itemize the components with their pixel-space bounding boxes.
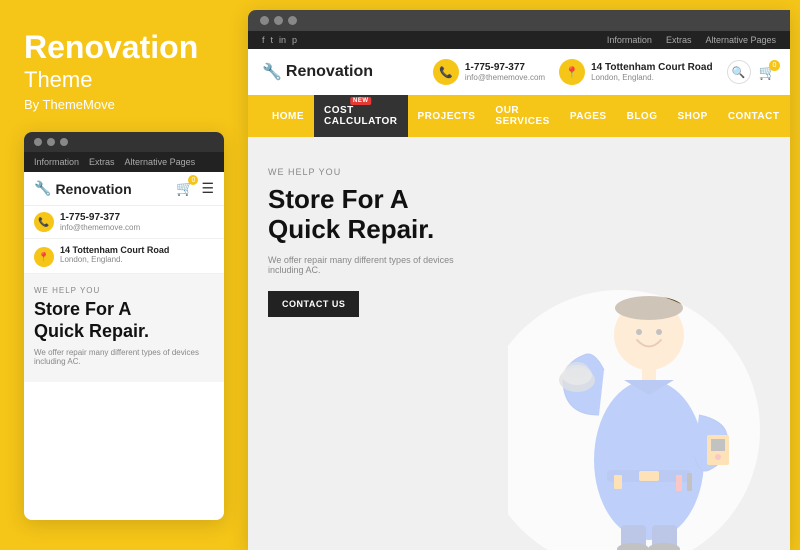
mobile-address1: 14 Tottenham Court Road	[60, 245, 169, 255]
desktop-cart-badge: 0	[769, 60, 780, 71]
brand-section: Renovation Theme By ThemeMove	[24, 30, 224, 112]
brand-name: Renovation	[24, 30, 224, 65]
nav-projects[interactable]: PROJECTS	[408, 101, 486, 132]
twitter-icon[interactable]: t	[271, 35, 274, 45]
mobile-phone: 1-775-97-377	[60, 212, 140, 223]
mobile-logo-text: Renovation	[55, 181, 131, 197]
nav-contact[interactable]: CONTACT	[718, 101, 790, 132]
nav-top-extras[interactable]: Extras	[666, 35, 692, 45]
hero-headline: Store For A Quick Repair.	[268, 185, 488, 245]
desktop-dot-3	[288, 16, 297, 25]
mobile-nav-information[interactable]: Information	[34, 157, 79, 167]
left-panel: Renovation Theme By ThemeMove Informatio…	[0, 0, 248, 550]
mobile-sub: We offer repair many different types of …	[34, 348, 214, 366]
desktop-logo-text: Renovation	[286, 63, 373, 81]
mobile-logo: 🔧 Renovation	[34, 180, 132, 197]
nav-pages[interactable]: PAGES	[560, 101, 617, 132]
mobile-headline: Store For A Quick Repair.	[34, 299, 214, 342]
nav-top-alternative[interactable]: Alternative Pages	[705, 35, 776, 45]
hero-we-help: WE HELP YOU	[268, 167, 488, 177]
nav-our-services[interactable]: OUR SERVICES	[485, 95, 559, 137]
nav-cost-label: COST CALCULATOR	[324, 105, 398, 127]
wrench-icon: 🔧	[34, 180, 51, 197]
nav-cost-calculator[interactable]: NEW COST CALCULATOR	[314, 95, 408, 137]
mobile-cart-badge: 0	[188, 175, 198, 185]
facebook-icon[interactable]: f	[262, 35, 265, 45]
desktop-contact-info: 📞 1-775-97-377 info@thememove.com 📍 14 T…	[433, 59, 713, 85]
mobile-menu-icon[interactable]: ☰	[201, 180, 214, 197]
pinterest-icon[interactable]: p	[292, 35, 297, 45]
mobile-mockup: Information Extras Alternative Pages 🔧 R…	[24, 132, 224, 520]
nav-shop[interactable]: SHOP	[667, 101, 717, 132]
desktop-address1: 14 Tottenham Court Road	[591, 62, 712, 73]
mobile-headline-line1: Store For A	[34, 299, 131, 319]
brand-subtitle: Theme	[24, 67, 224, 93]
mobile-nav-extras[interactable]: Extras	[89, 157, 115, 167]
desktop-nav-top: f t in p Information Extras Alternative …	[248, 31, 790, 49]
mobile-dot-3	[60, 138, 68, 146]
mobile-address-text: 14 Tottenham Court Road London, England.	[60, 245, 169, 264]
search-icon[interactable]: 🔍	[727, 60, 751, 84]
desktop-social: f t in p	[262, 35, 297, 45]
mobile-top-bar	[24, 132, 224, 152]
desktop-phone-item: 📞 1-775-97-377 info@thememove.com	[433, 59, 545, 85]
headline-line2: Quick Repair.	[268, 214, 434, 244]
mobile-address2: London, England.	[60, 255, 169, 264]
desktop-mockup: f t in p Information Extras Alternative …	[248, 10, 790, 550]
nav-top-information[interactable]: Information	[607, 35, 652, 45]
nav-home[interactable]: HOME	[262, 101, 314, 132]
desktop-address2: London, England.	[591, 73, 712, 82]
mobile-we-help: WE HELP YOU	[34, 286, 214, 295]
mobile-dot-1	[34, 138, 42, 146]
desktop-location-icon: 📍	[559, 59, 585, 85]
desktop-header: 🔧 Renovation 📞 1-775-97-377 info@thememo…	[248, 49, 790, 95]
mobile-contact-text: 1-775-97-377 info@thememove.com	[60, 212, 140, 232]
mobile-dot-2	[47, 138, 55, 146]
desktop-cart[interactable]: 🛒 0	[759, 64, 776, 81]
hero-content: WE HELP YOU Store For A Quick Repair. We…	[248, 137, 508, 550]
desktop-phone: 1-775-97-377	[465, 62, 545, 73]
desktop-dot-2	[274, 16, 283, 25]
desktop-address-text: 14 Tottenham Court Road London, England.	[591, 62, 712, 82]
desktop-header-icons: 🔍 🛒 0	[727, 60, 776, 84]
mobile-headline-line2: Quick Repair.	[34, 321, 149, 341]
desktop-email: info@thememove.com	[465, 73, 545, 82]
desktop-dot-1	[260, 16, 269, 25]
desktop-wrench-icon: 🔧	[262, 62, 282, 82]
mobile-location-icon: 📍	[34, 247, 54, 267]
contact-us-button[interactable]: Contact Us	[268, 291, 359, 317]
mobile-header: 🔧 Renovation 🛒 0 ☰	[24, 172, 224, 206]
hero-image-area	[508, 137, 790, 550]
nav-blog[interactable]: BLOG	[617, 101, 668, 132]
desktop-address-item: 📍 14 Tottenham Court Road London, Englan…	[559, 59, 712, 85]
mobile-address-row: 📍 14 Tottenham Court Road London, Englan…	[24, 239, 224, 274]
hero-sub: We offer repair many different types of …	[268, 255, 488, 275]
mobile-cart[interactable]: 🛒 0	[176, 180, 193, 197]
desktop-nav: HOME NEW COST CALCULATOR PROJECTS OUR SE…	[248, 95, 790, 137]
desktop-hero: WE HELP YOU Store For A Quick Repair. We…	[248, 137, 790, 550]
desktop-phone-icon: 📞	[433, 59, 459, 85]
desktop-top-bar	[248, 10, 790, 31]
headline-line1: Store For A	[268, 184, 409, 214]
mobile-contact-row: 📞 1-775-97-377 info@thememove.com	[24, 206, 224, 239]
mobile-nav-bar: Information Extras Alternative Pages	[24, 152, 224, 172]
mobile-header-icons: 🛒 0 ☰	[176, 180, 214, 197]
mobile-email: info@thememove.com	[60, 223, 140, 232]
desktop-phone-text: 1-775-97-377 info@thememove.com	[465, 62, 545, 82]
instagram-icon[interactable]: in	[279, 35, 286, 45]
mobile-nav-alternative[interactable]: Alternative Pages	[125, 157, 196, 167]
desktop-logo: 🔧 Renovation	[262, 62, 373, 82]
mobile-hero: WE HELP YOU Store For A Quick Repair. We…	[24, 274, 224, 382]
nav-new-badge: NEW	[350, 97, 372, 105]
brand-by: By ThemeMove	[24, 97, 224, 112]
mobile-phone-icon: 📞	[34, 212, 54, 232]
